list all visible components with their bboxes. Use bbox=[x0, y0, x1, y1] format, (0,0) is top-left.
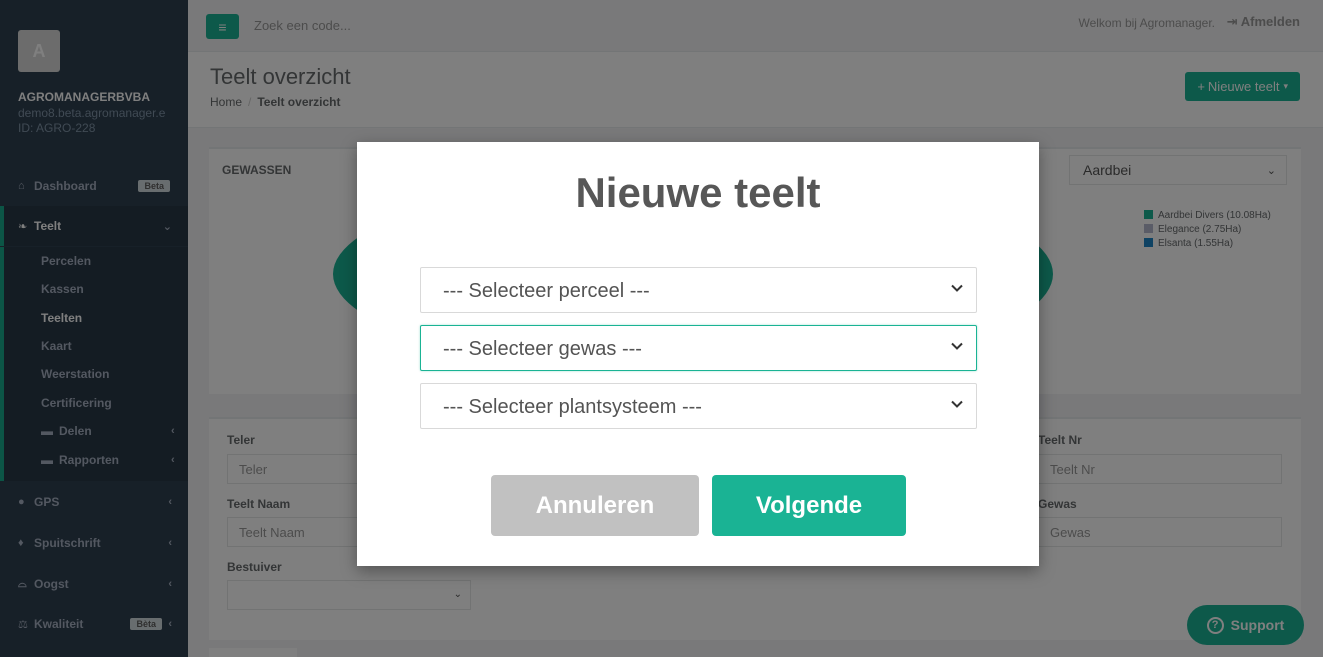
chevron-down-icon bbox=[951, 284, 963, 292]
modal-title: Nieuwe teelt bbox=[575, 169, 821, 216]
plantsysteem-select-value: --- Selecteer plantsysteem --- bbox=[443, 396, 702, 418]
chevron-down-icon bbox=[951, 400, 963, 408]
cancel-button[interactable]: Annuleren bbox=[491, 475, 699, 536]
chevron-down-icon bbox=[951, 342, 963, 350]
perceel-select[interactable]: --- Selecteer perceel --- bbox=[420, 267, 977, 313]
gewas-select-value: --- Selecteer gewas --- bbox=[443, 338, 642, 360]
perceel-select-value: --- Selecteer perceel --- bbox=[443, 280, 650, 302]
gewas-select[interactable]: --- Selecteer gewas --- bbox=[420, 325, 977, 371]
next-button[interactable]: Volgende bbox=[712, 475, 906, 536]
nieuwe-teelt-modal: Nieuwe teelt --- Selecteer perceel --- -… bbox=[357, 142, 1039, 566]
plantsysteem-select[interactable]: --- Selecteer plantsysteem --- bbox=[420, 383, 977, 429]
